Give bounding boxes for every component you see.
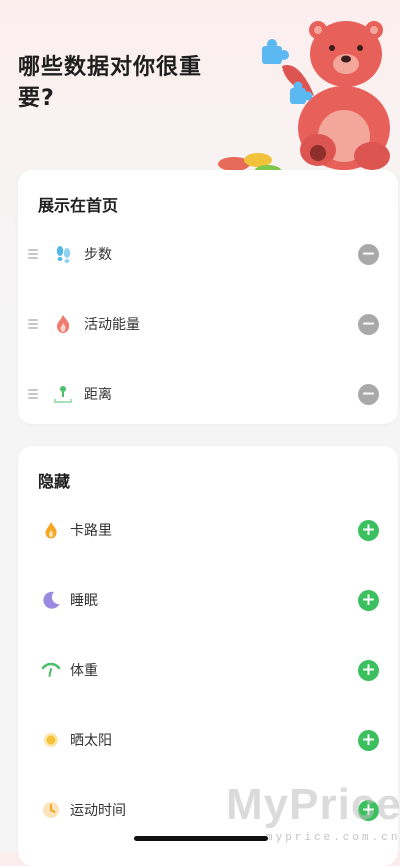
list-item-steps: 步数 − (18, 234, 398, 274)
section-title-hidden: 隐藏 (38, 472, 71, 491)
item-label: 运动时间 (70, 803, 126, 819)
sun-icon (44, 733, 58, 747)
remove-button[interactable]: − (358, 314, 379, 335)
section-title-shown: 展示在首页 (38, 196, 119, 215)
shown-on-home-card: 展示在首页 步数 − 活动能量 − 距离 − (18, 170, 398, 424)
flame-icon (56, 315, 70, 333)
watermark-logo: MyPrice (226, 780, 400, 829)
item-label: 体重 (70, 663, 98, 679)
scale-icon (41, 662, 61, 677)
item-label: 活动能量 (84, 317, 140, 333)
drag-handle-icon[interactable] (28, 319, 38, 329)
add-button[interactable]: + (358, 730, 379, 751)
bear-illustration (218, 21, 390, 179)
item-label: 卡路里 (70, 523, 112, 539)
moon-icon (43, 591, 60, 609)
distance-icon (54, 386, 72, 403)
watermark-url: myprice.com.cn (266, 832, 400, 844)
add-button[interactable]: + (358, 520, 379, 541)
list-item-sleep: 睡眠 + (18, 580, 398, 620)
item-label: 晒太阳 (70, 733, 112, 749)
clock-icon (43, 802, 59, 818)
add-button[interactable]: + (358, 590, 379, 611)
drag-handle-icon[interactable] (28, 249, 38, 259)
footprints-icon (56, 246, 71, 263)
remove-button[interactable]: − (358, 244, 379, 265)
add-button[interactable]: + (358, 660, 379, 681)
list-item-sunshine: 晒太阳 + (18, 720, 398, 760)
item-label: 睡眠 (70, 593, 98, 609)
list-item-weight: 体重 + (18, 650, 398, 690)
remove-button[interactable]: − (358, 384, 379, 405)
item-label: 距离 (84, 387, 112, 403)
page-title: 哪些数据对你很重要? (18, 55, 203, 111)
list-item-distance: 距离 − (18, 374, 398, 414)
calorie-icon (45, 522, 57, 539)
drag-handle-icon[interactable] (28, 389, 38, 399)
home-indicator (134, 836, 268, 841)
list-item-calories: 卡路里 + (18, 510, 398, 550)
list-item-active-energy: 活动能量 − (18, 304, 398, 344)
item-label: 步数 (84, 247, 112, 263)
